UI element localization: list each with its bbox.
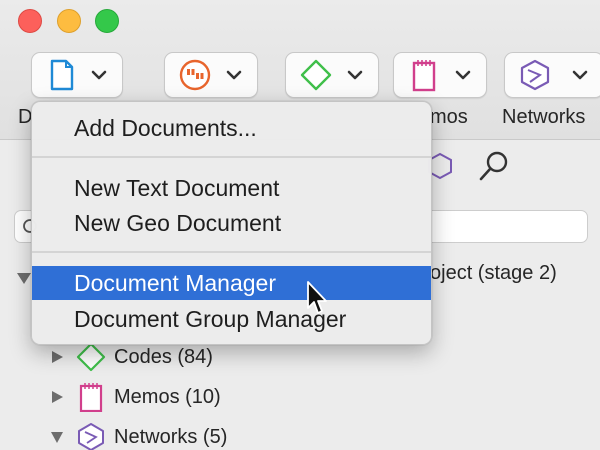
zoom-window-button[interactable] bbox=[95, 9, 119, 33]
quotation-icon bbox=[177, 57, 213, 93]
documents-toolbar-button[interactable] bbox=[31, 52, 123, 98]
tree-item-label: Memos (10) bbox=[114, 385, 221, 408]
memo-icon bbox=[76, 382, 106, 412]
network-icon bbox=[76, 422, 106, 450]
chevron-down-icon bbox=[226, 70, 242, 80]
tree-item-label: Codes (84) bbox=[114, 345, 213, 368]
search-icon[interactable] bbox=[476, 148, 512, 184]
tree-item-codes[interactable]: Codes (84) bbox=[50, 341, 213, 373]
documents-dropdown-menu: Add Documents... New Text Document New G… bbox=[31, 101, 432, 345]
disclosure-collapsed-icon[interactable] bbox=[50, 390, 64, 404]
disclosure-expanded-icon[interactable] bbox=[50, 430, 64, 444]
chevron-down-icon bbox=[572, 70, 588, 80]
tree-item-networks[interactable]: Networks (5) bbox=[50, 421, 227, 450]
minimize-window-button[interactable] bbox=[57, 9, 81, 33]
tree-item-memos[interactable]: Memos (10) bbox=[50, 381, 221, 413]
close-window-button[interactable] bbox=[18, 9, 42, 33]
menu-item-new-text-document[interactable]: New Text Document bbox=[32, 171, 431, 205]
menu-item-document-group-manager[interactable]: Document Group Manager bbox=[32, 302, 431, 336]
disclosure-expanded-icon[interactable] bbox=[16, 270, 32, 286]
quotations-toolbar-button[interactable] bbox=[164, 52, 258, 98]
document-icon bbox=[44, 57, 80, 93]
menu-item-new-geo-document[interactable]: New Geo Document bbox=[32, 206, 431, 240]
network-icon bbox=[517, 57, 553, 93]
chevron-down-icon bbox=[91, 70, 107, 80]
menu-item-document-manager[interactable]: Document Manager bbox=[32, 266, 431, 300]
tree-item-label: Networks (5) bbox=[114, 425, 228, 448]
chevron-down-icon bbox=[347, 70, 363, 80]
memo-icon bbox=[406, 57, 442, 93]
menu-separator bbox=[32, 251, 431, 253]
networks-toolbar-label: Networks bbox=[502, 106, 586, 128]
code-diamond-icon bbox=[76, 342, 106, 372]
chevron-down-icon bbox=[455, 70, 471, 80]
codes-toolbar-button[interactable] bbox=[285, 52, 379, 98]
memos-toolbar-button[interactable] bbox=[393, 52, 487, 98]
menu-item-add-documents[interactable]: Add Documents... bbox=[32, 111, 431, 145]
networks-toolbar-button[interactable] bbox=[504, 52, 600, 98]
code-diamond-icon bbox=[298, 57, 334, 93]
disclosure-collapsed-icon[interactable] bbox=[50, 350, 64, 364]
memos-toolbar-label: mos bbox=[430, 106, 468, 128]
project-root-label: oject (stage 2) bbox=[430, 262, 557, 284]
mouse-cursor-icon bbox=[307, 281, 327, 314]
menu-separator bbox=[32, 156, 431, 158]
